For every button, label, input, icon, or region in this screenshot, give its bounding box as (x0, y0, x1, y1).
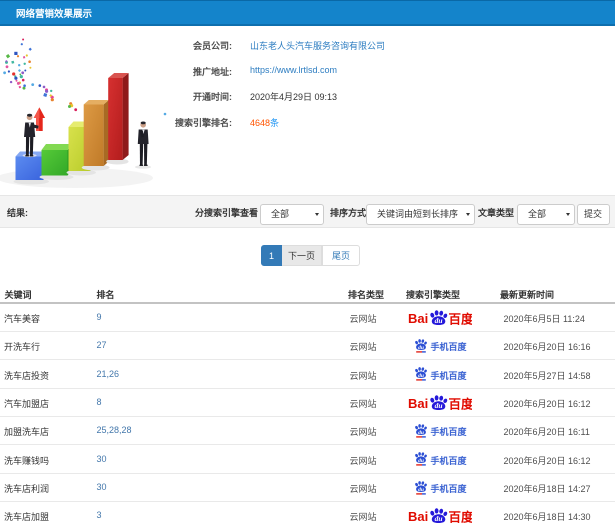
svg-text:du: du (418, 373, 424, 379)
svg-text:du: du (418, 430, 424, 436)
svg-text:百度: 百度 (449, 396, 473, 411)
svg-text:du: du (435, 401, 443, 410)
svg-text:du: du (435, 514, 443, 523)
svg-text:du: du (418, 458, 424, 464)
svg-text:Bai: Bai (408, 396, 428, 411)
svg-text:du: du (418, 345, 424, 351)
svg-text:Bai: Bai (408, 509, 428, 524)
svg-text:百度: 百度 (449, 509, 473, 524)
svg-text:du: du (435, 316, 443, 325)
svg-text:du: du (418, 486, 424, 492)
svg-text:百度: 百度 (449, 311, 473, 326)
svg-text:Bai: Bai (408, 311, 428, 326)
